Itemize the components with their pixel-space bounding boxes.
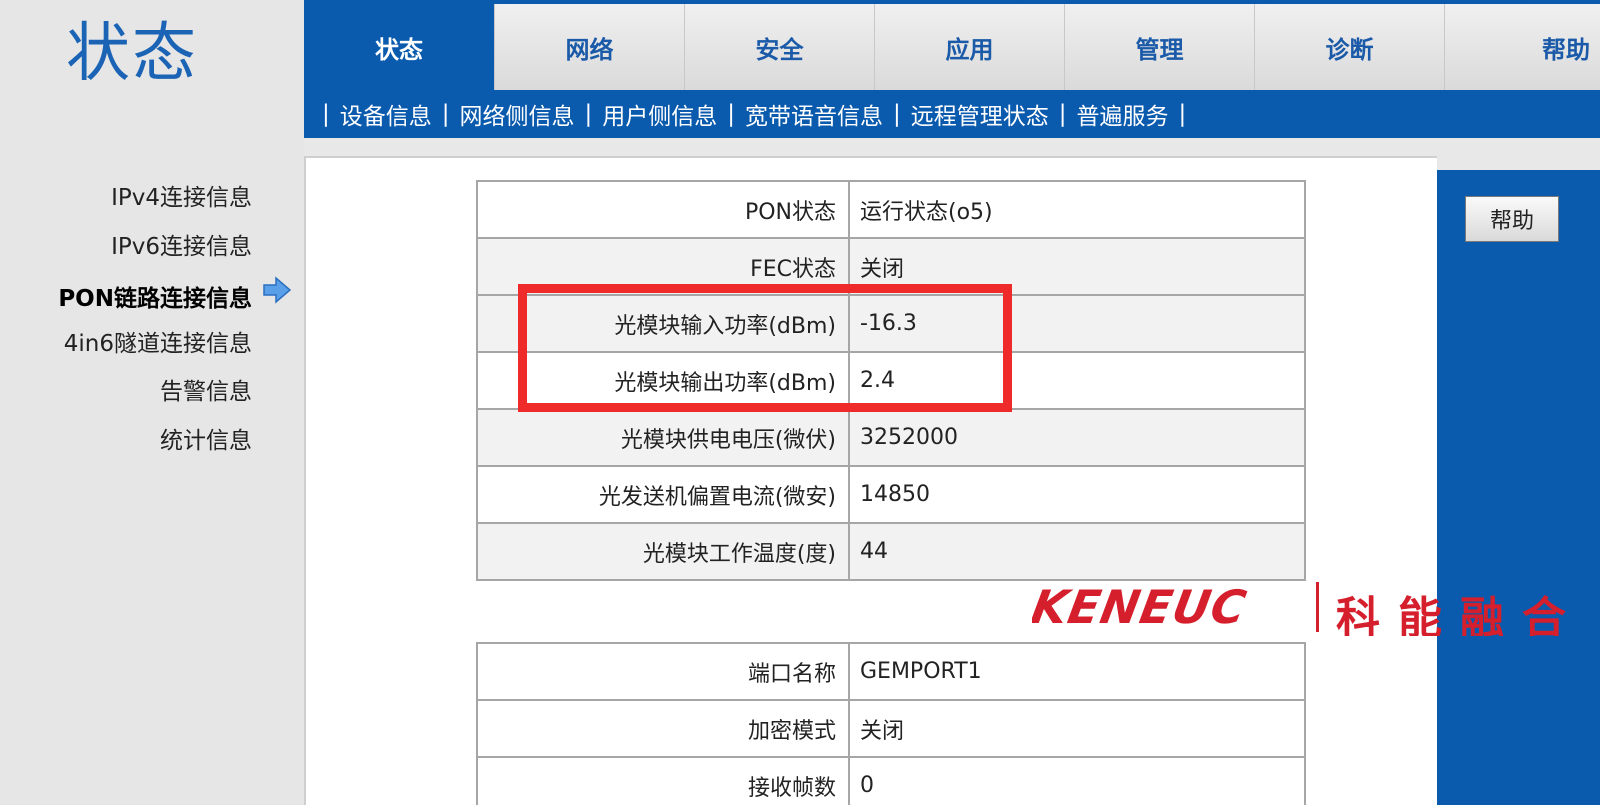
gem-port-table: 端口名称 GEMPORT1 加密模式 关闭 接收帧数 0 bbox=[476, 642, 1306, 805]
sub-navigation: | 设备信息 | 网络侧信息 | 用户侧信息 | 宽带语音信息 | 远程管理状态… bbox=[316, 92, 1192, 136]
right-help-panel bbox=[1437, 170, 1600, 805]
table-row: 接收帧数 0 bbox=[476, 756, 1306, 805]
subnav-device-info[interactable]: 设备信息 bbox=[336, 97, 436, 131]
row-label: 接收帧数 bbox=[476, 756, 850, 805]
watermark-brand-en: KENEUC bbox=[1032, 580, 1251, 634]
subnav-network-side-info[interactable]: 网络侧信息 bbox=[456, 97, 579, 131]
row-value: 44 bbox=[848, 522, 1306, 581]
row-label: 光模块供电电压(微伏) bbox=[476, 408, 850, 467]
row-value: 3252000 bbox=[848, 408, 1306, 467]
row-label: 光模块工作温度(度) bbox=[476, 522, 850, 581]
table-row: 光模块工作温度(度) 44 bbox=[476, 522, 1306, 581]
row-label: PON状态 bbox=[476, 180, 850, 239]
tab-application[interactable]: 应用 bbox=[874, 4, 1064, 90]
row-value: GEMPORT1 bbox=[848, 642, 1306, 701]
tab-help[interactable]: 帮助 bbox=[1444, 4, 1600, 90]
subnav-voice-info[interactable]: 宽带语音信息 bbox=[741, 97, 887, 131]
sidebar-item-4in6-tunnel[interactable]: 4in6隧道连接信息 bbox=[64, 324, 252, 358]
tab-security[interactable]: 安全 bbox=[684, 4, 874, 90]
table-row: PON状态 运行状态(o5) bbox=[476, 180, 1306, 239]
sidebar: IPv4连接信息 IPv6连接信息 PON链路连接信息 4in6隧道连接信息 告… bbox=[0, 138, 304, 805]
row-label: 光发送机偏置电流(微安) bbox=[476, 465, 850, 524]
sidebar-item-pon-link[interactable]: PON链路连接信息 bbox=[58, 279, 252, 313]
table-row: 光模块供电电压(微伏) 3252000 bbox=[476, 408, 1306, 467]
subnav-separator: | bbox=[1058, 101, 1067, 127]
page-title: 状态 bbox=[66, 17, 198, 91]
row-label: 端口名称 bbox=[476, 642, 850, 701]
sidebar-item-ipv6[interactable]: IPv6连接信息 bbox=[111, 227, 252, 261]
table-row: 加密模式 关闭 bbox=[476, 699, 1306, 758]
row-value: 0 bbox=[848, 756, 1306, 805]
table-row: 端口名称 GEMPORT1 bbox=[476, 642, 1306, 701]
subnav-separator: | bbox=[1178, 101, 1187, 127]
sidebar-item-ipv4[interactable]: IPv4连接信息 bbox=[111, 178, 252, 212]
router-status-page: 状态 状态 网络 安全 应用 管理 诊断 帮助 | 设备信息 | 网络侧信息 |… bbox=[0, 0, 1600, 805]
header-title-area: 状态 bbox=[0, 0, 304, 138]
tab-management[interactable]: 管理 bbox=[1064, 4, 1254, 90]
row-label: 加密模式 bbox=[476, 699, 850, 758]
subnav-universal-service[interactable]: 普遍服务 bbox=[1073, 97, 1173, 131]
subnav-separator: | bbox=[727, 101, 735, 127]
highlight-box bbox=[518, 284, 1012, 412]
tab-status[interactable]: 状态 bbox=[304, 4, 494, 90]
watermark-divider bbox=[1316, 582, 1319, 632]
subnav-remote-management-status[interactable]: 远程管理状态 bbox=[907, 97, 1053, 131]
subnav-separator: | bbox=[584, 101, 593, 127]
subnav-separator: | bbox=[441, 101, 450, 127]
sidebar-item-statistics[interactable]: 统计信息 bbox=[160, 421, 252, 455]
row-value: 14850 bbox=[848, 465, 1306, 524]
watermark-brand-cn: 科能融合 bbox=[1336, 593, 1584, 636]
subnav-user-side-info[interactable]: 用户侧信息 bbox=[598, 97, 721, 131]
tab-network[interactable]: 网络 bbox=[494, 4, 684, 90]
table-row: 光发送机偏置电流(微安) 14850 bbox=[476, 465, 1306, 524]
sidebar-item-alarm[interactable]: 告警信息 bbox=[160, 372, 252, 406]
arrow-right-icon bbox=[263, 276, 292, 304]
help-button[interactable]: 帮助 bbox=[1465, 196, 1559, 242]
tab-diagnostics[interactable]: 诊断 bbox=[1254, 4, 1444, 90]
watermark-logo: KENEUC 科能融合 bbox=[1032, 580, 1600, 636]
row-value: 运行状态(o5) bbox=[848, 180, 1306, 239]
subnav-separator: | bbox=[322, 101, 330, 127]
main-tabs: 状态 网络 安全 应用 管理 诊断 帮助 bbox=[304, 4, 1600, 90]
row-value: 关闭 bbox=[848, 699, 1306, 758]
subnav-separator: | bbox=[893, 101, 901, 127]
